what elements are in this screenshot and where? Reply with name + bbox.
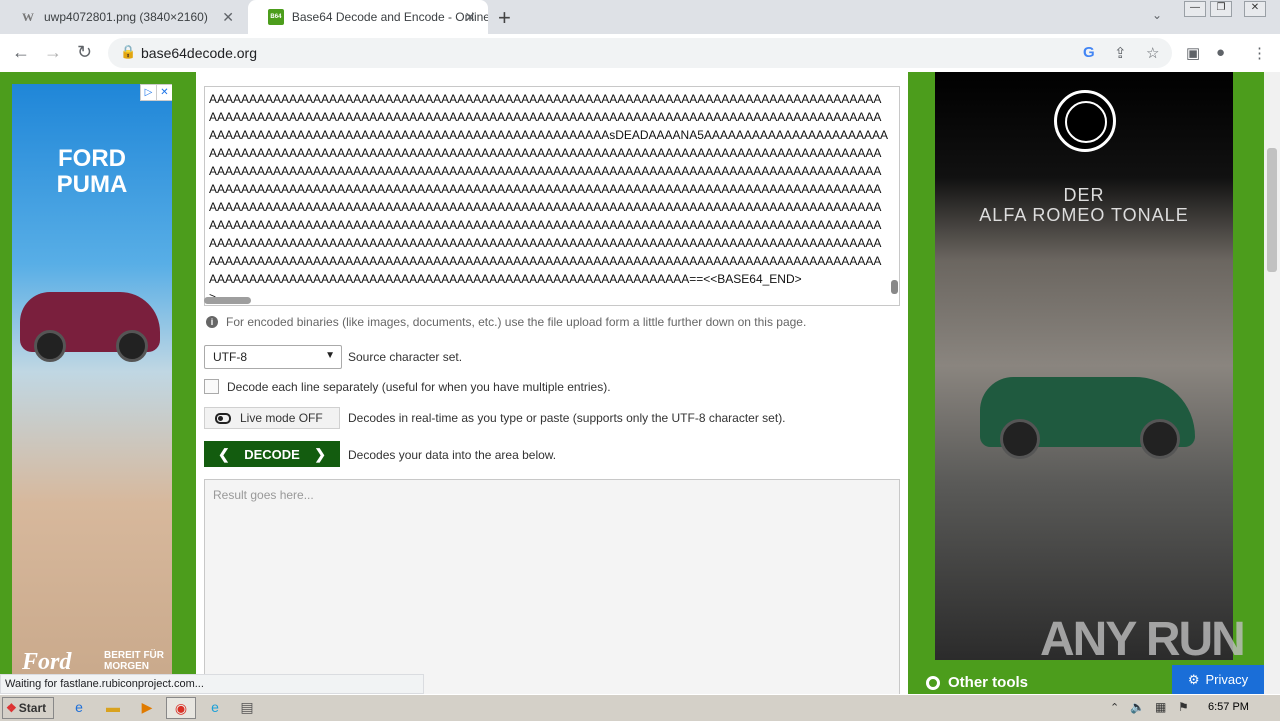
close-tab-icon[interactable]: ✕ <box>464 9 476 26</box>
result-placeholder: Result goes here... <box>213 488 314 502</box>
alfa-romeo-logo <box>1054 90 1116 152</box>
tab-title: uwp4072801.png (3840×2160) <box>44 10 208 24</box>
gear-icon <box>926 675 940 690</box>
anyrun-watermark: ANY RUN <box>1040 613 1246 666</box>
info-text: For encoded binaries (like images, docum… <box>226 315 807 329</box>
tab-image[interactable]: W uwp4072801.png (3840×2160) ✕ <box>0 0 246 34</box>
menu-icon[interactable]: ⋮ <box>1252 44 1267 62</box>
wheel <box>34 330 66 362</box>
gear-icon: ⚙ <box>1187 671 1200 687</box>
google-icon[interactable]: G <box>1083 44 1095 61</box>
charset-label: Source character set. <box>348 350 463 364</box>
minimize-icon[interactable]: — <box>1184 1 1206 17</box>
charset-select[interactable]: UTF-8 ▼ <box>204 345 342 369</box>
live-mode-description: Decodes in real-time as you type or past… <box>348 411 786 425</box>
chevron-down-icon[interactable]: ⌄ <box>1152 8 1162 22</box>
url-text[interactable]: base64decode.org <box>141 45 257 61</box>
slogan-line2: MORGEN <box>104 661 149 672</box>
media-player-icon[interactable]: ▶ <box>134 697 160 717</box>
close-ad-icon[interactable]: ✕ <box>156 84 172 101</box>
star-icon[interactable]: ☆ <box>1146 44 1159 62</box>
folder-icon[interactable]: ▬ <box>100 697 126 717</box>
chevron-down-icon: ▼ <box>325 350 335 361</box>
sidebar-icon[interactable]: ▣ <box>1186 44 1200 62</box>
tab-title: Base64 Decode and Encode - Online <box>291 10 488 24</box>
notepad-icon[interactable]: ▤ <box>234 697 260 717</box>
car-image <box>980 377 1195 459</box>
windows-logo-icon: ❖ <box>6 701 17 715</box>
chevron-left-icon: ❮ <box>218 445 230 462</box>
ie-icon[interactable]: e <box>66 697 92 717</box>
tray-up-icon[interactable]: ⌃ <box>1110 701 1119 714</box>
clock: 6:57 PM <box>1208 701 1249 713</box>
wordpress-favicon-icon: W <box>22 9 34 24</box>
decode-button[interactable]: ❮ DECODE ❯ <box>204 441 340 467</box>
other-tools-label: Other tools <box>948 674 1029 691</box>
privacy-button[interactable]: ⚙ Privacy <box>1172 665 1264 694</box>
wheel <box>116 330 148 362</box>
input-text: AAAAAAAAAAAAAAAAAAAAAAAAAAAAAAAAAAAAAAAA… <box>209 92 888 304</box>
info-icon: i <box>206 316 218 328</box>
ad-slogan: BEREIT FÜR MORGEN <box>104 650 164 672</box>
info-line: i For encoded binaries (like images, doc… <box>206 315 806 329</box>
privacy-label: Privacy <box>1205 672 1249 687</box>
live-mode-toggle[interactable]: Live mode OFF <box>204 407 340 429</box>
status-bar: Waiting for fastlane.rubiconproject.com.… <box>0 674 424 694</box>
restore-icon[interactable]: ❐ <box>1210 1 1232 17</box>
ford-logo: Ford <box>22 649 72 675</box>
decode-each-line-checkbox[interactable] <box>204 379 219 394</box>
share-icon[interactable]: ⇪ <box>1114 44 1127 62</box>
close-window-icon[interactable]: ✕ <box>1244 1 1266 17</box>
charset-value: UTF-8 <box>213 350 247 364</box>
network-icon[interactable]: ▦ <box>1155 700 1166 714</box>
page: ▷ ✕ FORD PUMA Ford BEREIT FÜR MORGEN AAA… <box>0 72 1280 694</box>
decode-label: DECODE <box>244 446 300 462</box>
wheel <box>1000 419 1040 459</box>
start-label: Start <box>18 701 47 715</box>
chrome-icon[interactable]: ◉ <box>166 697 196 719</box>
adchoices-icon[interactable]: ▷ <box>140 84 157 101</box>
live-mode-label: Live mode OFF <box>240 411 323 425</box>
flag-icon[interactable]: ⚑ <box>1178 700 1189 714</box>
base64-input[interactable]: AAAAAAAAAAAAAAAAAAAAAAAAAAAAAAAAAAAAAAAA… <box>204 86 900 306</box>
lock-icon[interactable]: 🔒 <box>120 44 136 60</box>
ford-ad[interactable]: ▷ ✕ FORD PUMA Ford BEREIT FÜR MORGEN <box>12 84 172 684</box>
tab-base64[interactable]: B64 Base64 Decode and Encode - Online ✕ <box>248 0 488 34</box>
profile-icon[interactable]: ● <box>1216 44 1225 61</box>
address-bar[interactable] <box>108 38 1172 68</box>
base64-favicon-icon: B64 <box>268 9 284 25</box>
new-tab-icon[interactable]: + <box>498 5 511 31</box>
chevron-right-icon: ❯ <box>314 445 326 462</box>
ad-title: FORD PUMA <box>12 146 172 198</box>
toggle-icon <box>215 412 231 424</box>
ad-title-line1: FORD <box>58 145 126 172</box>
wheel <box>1140 419 1180 459</box>
ad-line2: ALFA ROMEO TONALE <box>979 205 1189 225</box>
decode-each-line-label[interactable]: Decode each line separately (useful for … <box>227 380 611 394</box>
car-image <box>20 292 160 362</box>
result-output[interactable]: Result goes here... <box>204 479 900 694</box>
volume-icon[interactable]: 🔈 <box>1130 700 1145 714</box>
back-icon[interactable]: ← <box>12 42 30 63</box>
edge-icon[interactable]: e <box>202 697 228 717</box>
close-tab-icon[interactable]: ✕ <box>222 9 234 26</box>
vertical-scrollbar[interactable] <box>891 280 898 294</box>
forward-icon[interactable]: → <box>44 42 62 63</box>
reload-icon[interactable]: ↻ <box>77 42 92 63</box>
alfa-romeo-ad[interactable]: DER ALFA ROMEO TONALE <box>935 72 1233 660</box>
left-sidebar: ▷ ✕ FORD PUMA Ford BEREIT FÜR MORGEN <box>0 72 196 694</box>
decode-description: Decodes your data into the area below. <box>348 448 557 462</box>
page-scrollbar-thumb[interactable] <box>1267 148 1277 272</box>
start-button[interactable]: ❖ Start <box>2 697 54 719</box>
ad-line1: DER <box>1063 185 1105 205</box>
other-tools-link[interactable]: Other tools <box>926 674 1028 691</box>
tab-strip: W uwp4072801.png (3840×2160) ✕ B64 Base6… <box>0 0 1280 34</box>
horizontal-scrollbar[interactable] <box>204 297 251 304</box>
ad-title-line2: PUMA <box>56 171 128 198</box>
slogan-line1: BEREIT FÜR <box>104 650 164 661</box>
logo-inner-ring <box>1065 101 1107 143</box>
